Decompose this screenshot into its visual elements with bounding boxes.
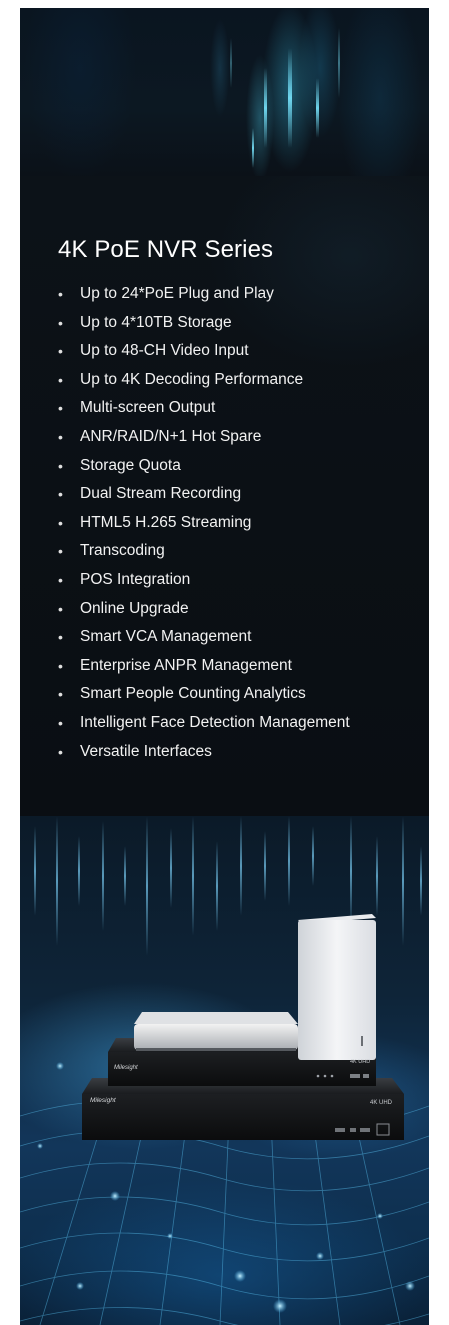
bullet-icon: • bbox=[58, 600, 63, 617]
page-title: 4K PoE NVR Series bbox=[58, 236, 274, 263]
list-item: • Multi-screen Output bbox=[58, 398, 350, 427]
feature-label: Up to 48-CH Video Input bbox=[80, 342, 249, 360]
feature-label: Smart VCA Management bbox=[80, 628, 252, 646]
large-nvr-unit bbox=[82, 1078, 404, 1140]
feature-label: Intelligent Face Detection Management bbox=[80, 713, 350, 731]
feature-label: HTML5 H.265 Streaming bbox=[80, 513, 252, 531]
bullet-icon: • bbox=[58, 428, 63, 445]
glow-header-image bbox=[20, 8, 429, 176]
feature-label: Up to 4K Decoding Performance bbox=[80, 370, 304, 388]
feature-label: Transcoding bbox=[80, 542, 165, 560]
feature-label: Versatile Interfaces bbox=[80, 742, 212, 760]
product-banner: 4K PoE NVR Series • Up to 24*PoE Plug and… bbox=[20, 8, 429, 1325]
list-item: • Storage Quota bbox=[58, 456, 350, 485]
feature-label: Up to 24*PoE Plug and Play bbox=[80, 285, 274, 302]
list-item: • Up to 4K Decoding Performance bbox=[58, 370, 350, 399]
bullet-icon: • bbox=[58, 286, 63, 302]
tower-nvr-unit bbox=[298, 914, 376, 1060]
list-item: • Transcoding bbox=[58, 541, 350, 570]
bullet-icon: • bbox=[58, 514, 63, 531]
feature-label: Smart People Counting Analytics bbox=[80, 685, 306, 703]
list-item: • Online Upgrade bbox=[58, 599, 350, 628]
feature-label: Storage Quota bbox=[80, 456, 181, 474]
list-item: • Up to 48-CH Video Input bbox=[58, 341, 350, 370]
feature-list: • Up to 24*PoE Plug and Play • Up to 4*10T… bbox=[58, 284, 350, 770]
list-item: • Enterprise ANPR Management bbox=[58, 656, 350, 685]
list-item: • Smart People Counting Analytics bbox=[58, 684, 350, 713]
product-scene-image bbox=[20, 816, 429, 1325]
bullet-icon: • bbox=[58, 400, 63, 417]
list-item: • Up to 4*10TB Storage bbox=[58, 313, 350, 342]
list-item: • Dual Stream Recording bbox=[58, 484, 350, 513]
list-item: • Intelligent Face Detection Management bbox=[58, 713, 350, 742]
feature-label: Multi-screen Output bbox=[80, 399, 216, 417]
nvr-product-group bbox=[82, 914, 404, 1140]
list-item: • HTML5 H.265 Streaming bbox=[58, 513, 350, 542]
bullet-icon: • bbox=[58, 457, 63, 474]
bullet-icon: • bbox=[58, 543, 63, 560]
bullet-icon: • bbox=[58, 686, 63, 703]
bullet-icon: • bbox=[58, 657, 63, 674]
bullet-icon: • bbox=[58, 371, 63, 388]
feature-label: Online Upgrade bbox=[80, 599, 189, 617]
feature-label: Dual Stream Recording bbox=[80, 485, 242, 503]
bullet-icon: • bbox=[58, 714, 63, 731]
compact-nvr-unit bbox=[134, 1012, 298, 1051]
list-item: • Up to 24*PoE Plug and Play bbox=[58, 284, 350, 313]
bullet-icon: • bbox=[58, 343, 63, 360]
bullet-icon: • bbox=[58, 743, 63, 760]
feature-label: Enterprise ANPR Management bbox=[80, 656, 292, 674]
list-item: • POS Integration bbox=[58, 570, 350, 599]
feature-label: ANR/RAID/N+1 Hot Spare bbox=[80, 427, 262, 445]
list-item: • Smart VCA Management bbox=[58, 627, 350, 656]
bullet-icon: • bbox=[58, 314, 63, 331]
bullet-icon: • bbox=[58, 486, 63, 503]
feature-label: POS Integration bbox=[80, 570, 191, 588]
list-item: • Versatile Interfaces bbox=[58, 742, 350, 771]
bullet-icon: • bbox=[58, 629, 63, 646]
feature-label: Up to 4*10TB Storage bbox=[80, 313, 232, 331]
list-item: • ANR/RAID/N+1 Hot Spare bbox=[58, 427, 350, 456]
bullet-icon: • bbox=[58, 571, 63, 588]
